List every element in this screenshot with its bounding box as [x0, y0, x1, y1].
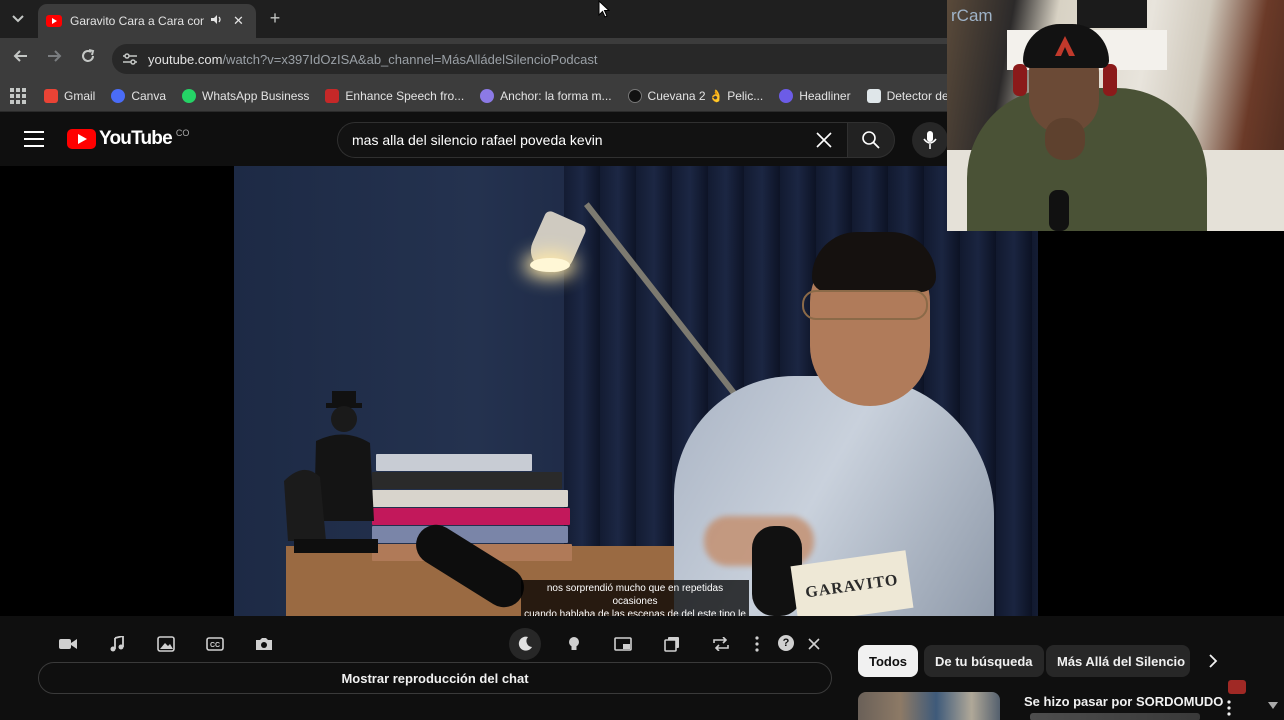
country-code: CO: [175, 128, 190, 138]
search-query: mas alla del silencio rafael poveda kevi…: [352, 132, 603, 148]
anchor-icon: [480, 88, 495, 103]
adobe-icon: [325, 88, 340, 103]
headset-left: [1013, 64, 1027, 96]
copy-layers-icon[interactable]: [660, 632, 684, 656]
youtube-wordmark: YouTube: [99, 128, 173, 149]
clear-search-icon[interactable]: [810, 112, 838, 168]
youtube-logo[interactable]: YouTube CO: [67, 128, 189, 150]
youtube-favicon-icon: [46, 15, 62, 27]
url-host: youtube.com: [148, 51, 223, 67]
monitor: [1077, 0, 1147, 28]
search-icon: [862, 131, 880, 149]
address-bar[interactable]: youtube.com/watch?v=x397IdOzISA&ab_chann…: [112, 44, 972, 74]
picture-in-picture-icon[interactable]: [611, 632, 635, 656]
whatsapp-icon: [182, 88, 197, 103]
browser-tab-active[interactable]: Garavito Cara a Cara con el ✕: [38, 4, 256, 38]
speaker-icon[interactable]: [210, 14, 223, 28]
tab-search-chevron-icon[interactable]: [6, 7, 30, 31]
guest-speaker: [634, 226, 1014, 616]
gmail-icon: [44, 88, 58, 103]
close-icon[interactable]: [802, 632, 826, 656]
webcam-overlay-text: rCam: [951, 6, 993, 25]
bookmark-headliner[interactable]: Headliner: [779, 88, 851, 103]
url-path: /watch?v=x397IdOzISA&ab_channel=MásAllád…: [222, 51, 598, 67]
tab-title: Garavito Cara a Cara con el: [70, 14, 204, 28]
show-chat-replay-button[interactable]: Mostrar reproducción del chat: [38, 662, 832, 694]
more-options-icon[interactable]: [745, 632, 769, 656]
streamer-microphone: [1049, 190, 1069, 231]
help-icon[interactable]: ?: [778, 635, 794, 651]
subtitle-line: nos sorprendió mucho que en repetidas oc…: [546, 583, 724, 607]
site-settings-icon[interactable]: [122, 52, 138, 66]
bookmark-label: Canva: [131, 88, 167, 103]
video-camera-icon[interactable]: [56, 632, 80, 656]
cuevana-icon: [627, 88, 642, 103]
mouse-cursor-icon: [598, 0, 610, 18]
bookmark-label: Anchor: la forma m...: [500, 88, 612, 103]
tab-close-icon[interactable]: ✕: [233, 13, 244, 29]
scroll-down-arrow-icon[interactable]: [1268, 702, 1282, 716]
apps-grid-icon[interactable]: [10, 87, 26, 104]
new-tab-button[interactable]: +: [264, 8, 286, 30]
related-video-thumbnail[interactable]: [858, 692, 1000, 720]
search-button[interactable]: [847, 122, 895, 158]
bookmark-label: Gmail: [64, 88, 96, 103]
related-video-title[interactable]: Se hizo pasar por SORDOMUDO: [1024, 694, 1223, 709]
headliner-icon: [779, 88, 794, 103]
team-logo-icon: [1055, 36, 1075, 56]
bookmark-gmail[interactable]: Gmail: [44, 88, 96, 103]
image-gallery-icon[interactable]: [154, 632, 178, 656]
related-video-title-continuation: [1030, 713, 1200, 720]
loop-repeat-icon[interactable]: [709, 632, 733, 656]
dark-mode-moon-icon[interactable]: [509, 628, 541, 660]
voice-search-button[interactable]: [912, 122, 948, 158]
bronze-statue: [284, 391, 378, 553]
screenshot-camera-icon[interactable]: [252, 632, 276, 656]
canva-icon: [111, 88, 126, 103]
video-frame[interactable]: GARAVITO: [234, 166, 1038, 616]
forward-arrow-icon[interactable]: [43, 48, 65, 70]
reload-icon[interactable]: [77, 48, 99, 70]
lamp-light: [530, 258, 570, 272]
document-check-icon: [866, 88, 881, 103]
microphone-icon: [923, 131, 937, 149]
headset-right: [1103, 64, 1117, 96]
chip-mas-alla-del-silencio[interactable]: Más Allá del Silencio: [1046, 645, 1190, 677]
back-arrow-icon[interactable]: [10, 48, 32, 70]
bookmark-whatsapp-business[interactable]: WhatsApp Business: [182, 88, 310, 103]
chip-de-tu-busqueda[interactable]: De tu búsqueda: [924, 645, 1044, 677]
video-player[interactable]: GARAVITO nos sorprendió mucho que en rep…: [0, 166, 1284, 623]
bookmark-label: WhatsApp Business: [202, 88, 310, 103]
bookmark-enhance-speech[interactable]: Enhance Speech fro...: [325, 88, 465, 103]
bookmark-cuevana[interactable]: Cuevana 2 👌 Pelic...: [627, 88, 764, 103]
chevron-right-icon[interactable]: [1200, 648, 1226, 674]
red-badge-icon: [1228, 680, 1246, 694]
streamer-hand: [1045, 118, 1085, 160]
menu-hamburger-icon[interactable]: [24, 131, 44, 147]
chip-todos[interactable]: Todos: [858, 645, 919, 677]
search-input[interactable]: mas alla del silencio rafael poveda kevi…: [337, 122, 847, 158]
webcam-overlay: rCam: [947, 0, 1284, 231]
bookmark-label: Headliner: [799, 88, 851, 103]
youtube-play-icon: [67, 129, 96, 149]
bookmark-label: Cuevana 2 👌 Pelic...: [647, 88, 764, 103]
svg-text:CC: CC: [210, 642, 220, 649]
music-note-icon[interactable]: [105, 632, 129, 656]
bookmark-anchor[interactable]: Anchor: la forma m...: [480, 88, 612, 103]
bookmark-label: Enhance Speech fro...: [345, 88, 465, 103]
closed-captions-icon[interactable]: CC: [203, 632, 227, 656]
related-more-options-icon[interactable]: [1222, 694, 1236, 720]
bookmark-canva[interactable]: Canva: [111, 88, 167, 103]
lightbulb-icon[interactable]: [562, 632, 586, 656]
glasses-icon: [802, 290, 928, 320]
